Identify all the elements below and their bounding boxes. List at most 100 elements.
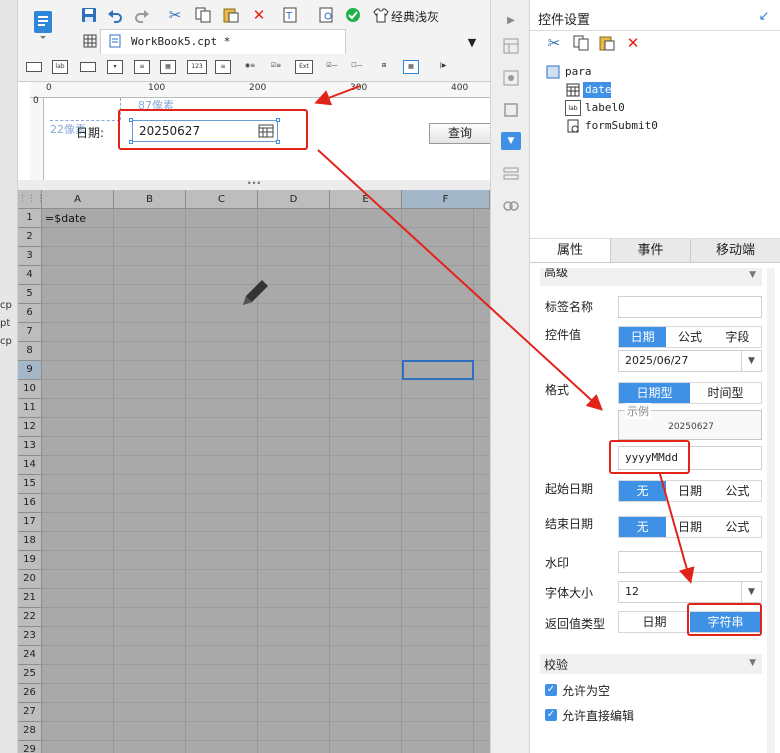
- date-widget-icon[interactable]: ▦: [160, 60, 176, 74]
- row-header[interactable]: 10: [18, 380, 42, 399]
- date-default-select[interactable]: 2025/06/27 ▼: [618, 350, 762, 372]
- tree-root[interactable]: para: [565, 65, 592, 78]
- tab-mobile[interactable]: 移动端: [690, 239, 780, 262]
- more-widgets-icon[interactable]: |▶: [432, 60, 454, 74]
- column-header[interactable]: D: [258, 190, 330, 209]
- delete-icon[interactable]: ✕: [624, 34, 642, 52]
- row-header[interactable]: 19: [18, 551, 42, 570]
- table-widget-icon[interactable]: ▦: [403, 60, 419, 74]
- classic-gray-button[interactable]: 经典浅灰: [391, 8, 439, 25]
- column-header[interactable]: E: [330, 190, 402, 209]
- collapse-icon[interactable]: ▼: [749, 658, 756, 668]
- control-value-segment[interactable]: 日期 公式 字段: [618, 326, 762, 348]
- option-none[interactable]: 无: [619, 481, 667, 501]
- row-header[interactable]: 2: [18, 228, 42, 247]
- link-icon[interactable]: [501, 196, 521, 216]
- row-header[interactable]: 22: [18, 608, 42, 627]
- option-time-type[interactable]: 时间型: [690, 383, 761, 403]
- save-icon[interactable]: [80, 6, 98, 24]
- tag-name-input[interactable]: [618, 296, 762, 318]
- tab-events[interactable]: 事件: [610, 239, 690, 262]
- option-formula[interactable]: 公式: [714, 481, 761, 501]
- row-header[interactable]: 4: [18, 266, 42, 285]
- dropdown-widget-icon[interactable]: ▾: [107, 60, 123, 74]
- row-header[interactable]: 1: [18, 209, 42, 228]
- button-widget-icon[interactable]: [80, 62, 96, 72]
- row-header[interactable]: 7: [18, 323, 42, 342]
- cell-a1[interactable]: =$date: [45, 212, 86, 225]
- tree-widget-icon[interactable]: ≡: [134, 60, 150, 74]
- collapse-arrow-icon[interactable]: ▶: [503, 12, 519, 28]
- option-return-date[interactable]: 日期: [619, 612, 690, 632]
- scrollbar[interactable]: [767, 268, 775, 753]
- frame-icon[interactable]: [501, 100, 521, 120]
- tab-menu-icon[interactable]: ▼: [464, 34, 480, 50]
- row-header[interactable]: 18: [18, 532, 42, 551]
- row-header[interactable]: 5: [18, 285, 42, 304]
- chevron-down-icon[interactable]: ▼: [741, 351, 761, 371]
- row-header[interactable]: 6: [18, 304, 42, 323]
- tree-item-label0[interactable]: label0: [585, 101, 625, 114]
- delete-icon[interactable]: ✕: [250, 6, 268, 24]
- row-header[interactable]: 8: [18, 342, 42, 361]
- row-header[interactable]: 16: [18, 494, 42, 513]
- allow-empty-checkbox[interactable]: ✓: [545, 684, 557, 696]
- undo-icon[interactable]: [106, 6, 124, 24]
- end-date-segment[interactable]: 无 日期 公式: [618, 516, 762, 538]
- row-header[interactable]: 9: [18, 361, 42, 380]
- start-date-segment[interactable]: 无 日期 公式: [618, 480, 762, 502]
- template-icon[interactable]: [30, 8, 58, 40]
- font-size-select[interactable]: 12 ▼: [618, 581, 762, 603]
- selected-cell-f9[interactable]: [402, 360, 474, 380]
- column-header[interactable]: A: [42, 190, 114, 209]
- tree-item-date[interactable]: date: [583, 82, 612, 98]
- textbox-widget-icon[interactable]: [26, 62, 42, 72]
- cut-icon[interactable]: ✂: [166, 6, 184, 24]
- section-validate[interactable]: 校验 ▼: [540, 654, 762, 674]
- data-icon[interactable]: [501, 164, 521, 184]
- text-format-icon[interactable]: T: [282, 6, 300, 24]
- ext-widget-icon[interactable]: Ext: [295, 60, 313, 74]
- row-header[interactable]: 11: [18, 399, 42, 418]
- spreadsheet[interactable]: ⋮⋮⋮ A B C D E F 1 2 3 4 5 6 7 8 9 10 11 12 13 14 15 16 1…: [18, 190, 490, 753]
- row-header[interactable]: 13: [18, 437, 42, 456]
- collapse-icon[interactable]: ▼: [749, 270, 756, 280]
- row-header[interactable]: 25: [18, 665, 42, 684]
- watermark-input[interactable]: [618, 551, 762, 573]
- row-header[interactable]: 17: [18, 513, 42, 532]
- allow-direct-edit-checkbox[interactable]: ✓: [545, 709, 557, 721]
- preview-icon[interactable]: [318, 6, 336, 24]
- widget-library-icon[interactable]: [501, 68, 521, 88]
- tree-combo-icon[interactable]: ⊞: [376, 60, 392, 74]
- copy-icon[interactable]: [572, 34, 590, 52]
- paste-icon[interactable]: [598, 34, 616, 52]
- check-icon[interactable]: [344, 6, 362, 24]
- option-date-type[interactable]: 日期型: [619, 383, 690, 403]
- row-header[interactable]: 24: [18, 646, 42, 665]
- row-header[interactable]: 29: [18, 741, 42, 753]
- tab-properties[interactable]: 属性: [530, 239, 610, 262]
- tree-item-formsubmit0[interactable]: formSubmit0: [585, 119, 658, 132]
- row-header[interactable]: 26: [18, 684, 42, 703]
- option-date[interactable]: 日期: [666, 517, 713, 537]
- option-formula[interactable]: 公式: [714, 517, 761, 537]
- row-header[interactable]: 15: [18, 475, 42, 494]
- splitter[interactable]: •••: [18, 180, 490, 190]
- theme-shirt-icon[interactable]: [372, 6, 390, 24]
- textarea-widget-icon[interactable]: ≡: [215, 60, 231, 74]
- sheet-grid-icon[interactable]: [82, 33, 98, 49]
- layout-icon[interactable]: [501, 36, 521, 56]
- tab-workbook5[interactable]: WorkBook5.cpt *: [100, 29, 346, 54]
- option-none[interactable]: 无: [619, 517, 667, 537]
- dock-arrow-icon[interactable]: ↙: [756, 8, 772, 24]
- redo-icon[interactable]: [133, 6, 151, 24]
- row-header[interactable]: 27: [18, 703, 42, 722]
- option-date[interactable]: 日期: [666, 481, 713, 501]
- row-header[interactable]: 21: [18, 589, 42, 608]
- chevron-down-icon[interactable]: ▼: [741, 582, 761, 602]
- checkbox-widget-icon[interactable]: ☑—: [324, 60, 340, 74]
- paste-icon[interactable]: [222, 6, 240, 24]
- option-date[interactable]: 日期: [619, 327, 667, 347]
- format-type-segment[interactable]: 日期型 时间型: [618, 382, 762, 404]
- column-header[interactable]: B: [114, 190, 186, 209]
